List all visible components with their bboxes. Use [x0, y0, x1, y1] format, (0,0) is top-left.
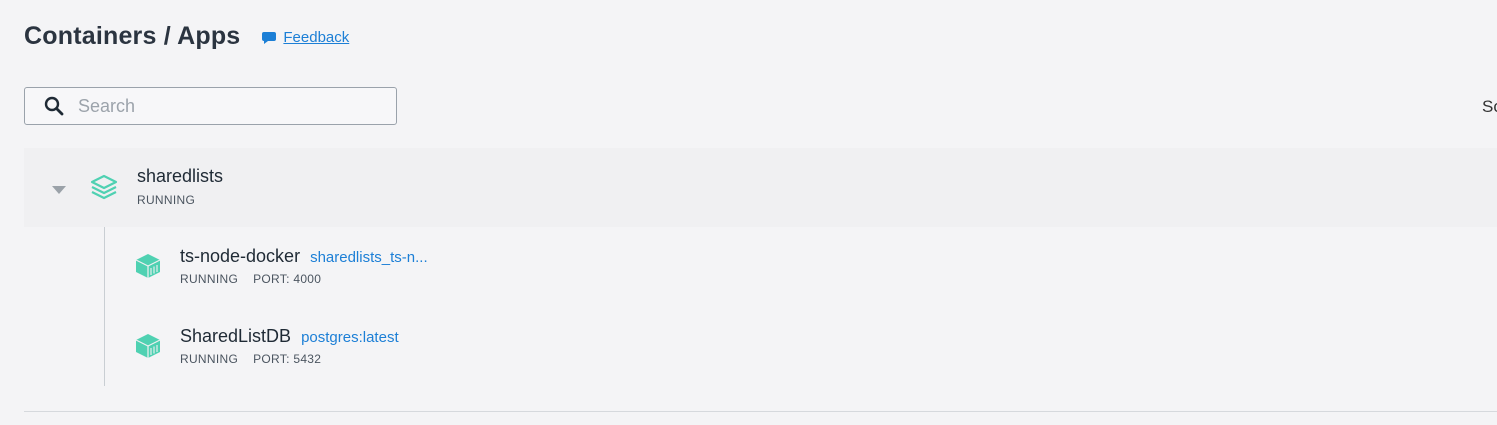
container-port: PORT: 5432 [253, 352, 322, 366]
feedback-label[interactable]: Feedback [283, 29, 349, 46]
stack-icon [90, 174, 118, 200]
chevron-down-icon[interactable] [52, 186, 66, 194]
page-title: Containers / Apps [24, 22, 241, 50]
container-name: SharedListDB [180, 326, 292, 346]
search-input[interactable] [78, 95, 358, 117]
container-port: PORT: 4000 [253, 272, 322, 286]
container-row-sharedlistdb[interactable]: SharedListDB postgres:latest RUNNING PORT:… [105, 313, 1497, 393]
container-name: ts-node-docker [180, 246, 301, 266]
chat-bubble-icon [262, 31, 277, 44]
search-box[interactable] [24, 87, 397, 125]
container-image-link[interactable]: sharedlists_ts-n... [310, 249, 428, 266]
section-divider [24, 411, 1497, 412]
feedback-link[interactable]: Feedback [261, 29, 349, 46]
container-meta: RUNNING PORT: 4000 [180, 272, 321, 286]
container-status: RUNNING [180, 352, 239, 366]
container-name-line: SharedListDB postgres:latest [180, 326, 399, 347]
container-cube-icon [135, 334, 161, 358]
container-status: RUNNING [180, 272, 239, 286]
sort-label[interactable]: So [1482, 97, 1497, 117]
app-status: RUNNING [137, 193, 196, 207]
container-cube-icon [135, 254, 161, 278]
app-name: sharedlists [137, 166, 224, 186]
app-row-sharedlists[interactable]: sharedlists RUNNING [24, 148, 1497, 227]
page-header: Containers / Apps Feedback [24, 22, 349, 51]
container-row-ts-node-docker[interactable]: ts-node-docker sharedlists_ts-n... RUNNIN… [105, 233, 1497, 313]
container-name-line: ts-node-docker sharedlists_ts-n... [180, 246, 428, 267]
container-image-link[interactable]: postgres:latest [301, 329, 399, 346]
container-meta: RUNNING PORT: 5432 [180, 352, 321, 366]
search-icon [44, 96, 64, 116]
